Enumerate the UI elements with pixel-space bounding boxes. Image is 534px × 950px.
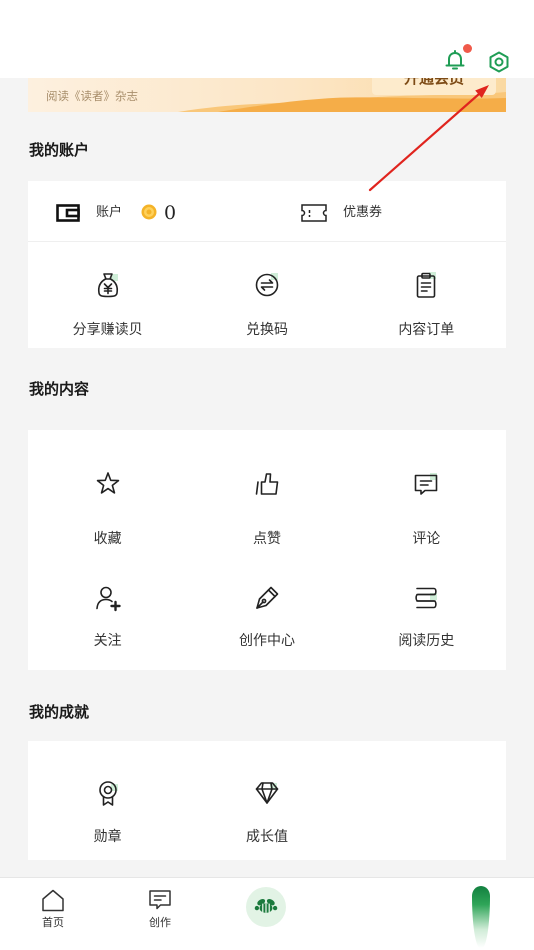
tab-center-logo[interactable] bbox=[246, 887, 286, 927]
account-menu-grid: 分享赚读贝 兑换码 内容订单 bbox=[28, 242, 506, 348]
medal-icon bbox=[98, 781, 118, 806]
section-title-account: 我的账户 bbox=[29, 141, 90, 159]
ticket-icon bbox=[301, 204, 327, 222]
books-icon bbox=[415, 587, 438, 609]
menu-item-label: 点赞 bbox=[252, 531, 281, 547]
tab-create[interactable]: 创作 bbox=[130, 878, 190, 930]
star-icon bbox=[96, 472, 119, 494]
account-card: 账户 0 优惠券 分享赚读贝 兑换码 内容订单 bbox=[28, 181, 506, 348]
coin-balance: 0 bbox=[164, 202, 177, 224]
menu-item-reading-history[interactable]: 阅读历史 bbox=[347, 556, 506, 670]
thumbs-up-icon bbox=[255, 473, 279, 495]
menu-item-favorites[interactable]: 收藏 bbox=[28, 430, 187, 556]
top-bar bbox=[0, 0, 534, 78]
menu-item-label: 内容订单 bbox=[398, 322, 455, 338]
wallet-label: 账户 bbox=[96, 205, 123, 220]
content-card: 收藏 点赞 评论 关注 创作中心 阅读历史 bbox=[28, 430, 506, 670]
menu-item-share-earn[interactable]: 分享赚读贝 bbox=[28, 242, 187, 348]
menu-item-label: 兑换码 bbox=[245, 322, 288, 338]
tab-create-label: 创作 bbox=[149, 916, 171, 929]
achievements-menu-grid: 勋章 成长值 bbox=[28, 741, 506, 860]
menu-item-label: 收藏 bbox=[93, 531, 122, 547]
section-title-content: 我的内容 bbox=[29, 380, 90, 398]
wallet-icon bbox=[56, 204, 80, 222]
clipboard-icon bbox=[417, 272, 437, 298]
settings-icon[interactable] bbox=[487, 50, 511, 74]
money-bag-icon bbox=[97, 273, 118, 298]
bee-logo-icon bbox=[254, 899, 278, 913]
tab-home-label: 首页 bbox=[42, 916, 64, 929]
content-menu-grid: 收藏 点赞 评论 关注 创作中心 阅读历史 bbox=[28, 430, 506, 670]
menu-item-badges[interactable]: 勋章 bbox=[28, 741, 187, 860]
profile-icon[interactable] bbox=[472, 886, 490, 948]
coin-icon bbox=[141, 204, 157, 220]
menu-item-comments[interactable]: 评论 bbox=[347, 430, 506, 556]
wallet-entry[interactable]: 账户 0 bbox=[28, 181, 268, 242]
account-summary-row: 账户 0 优惠券 bbox=[28, 181, 506, 242]
menu-item-label: 勋章 bbox=[93, 829, 122, 845]
menu-item-label: 分享赚读贝 bbox=[72, 322, 143, 338]
menu-item-creator-center[interactable]: 创作中心 bbox=[187, 556, 346, 670]
comment-icon bbox=[415, 473, 438, 495]
menu-item-following[interactable]: 关注 bbox=[28, 556, 187, 670]
diamond-icon bbox=[255, 782, 279, 804]
create-icon bbox=[149, 890, 171, 910]
user-add-icon bbox=[95, 586, 121, 612]
menu-item-label: 创作中心 bbox=[238, 633, 295, 649]
menu-item-label: 关注 bbox=[93, 633, 122, 649]
notification-badge bbox=[463, 44, 472, 53]
menu-item-growth-value[interactable]: 成长值 bbox=[187, 741, 346, 860]
menu-item-label: 阅读历史 bbox=[398, 633, 455, 649]
menu-item-label: 评论 bbox=[412, 531, 441, 547]
coupon-label: 优惠券 bbox=[343, 205, 383, 220]
banner-text: 阅读《读者》杂志 bbox=[46, 89, 138, 103]
tab-home[interactable]: 首页 bbox=[23, 878, 83, 930]
home-icon bbox=[42, 889, 64, 912]
exchange-icon bbox=[255, 273, 279, 297]
achievements-card: 勋章 成长值 bbox=[28, 741, 506, 860]
pen-icon bbox=[256, 586, 279, 609]
bottom-tab-bar: 首页 创作 bbox=[0, 877, 534, 950]
section-title-achievements: 我的成就 bbox=[29, 703, 90, 721]
menu-item-redeem-code[interactable]: 兑换码 bbox=[187, 242, 346, 348]
menu-item-likes[interactable]: 点赞 bbox=[187, 430, 346, 556]
coupon-entry[interactable]: 优惠券 bbox=[268, 181, 506, 242]
menu-item-label: 成长值 bbox=[245, 829, 288, 845]
menu-item-content-orders[interactable]: 内容订单 bbox=[347, 242, 506, 348]
